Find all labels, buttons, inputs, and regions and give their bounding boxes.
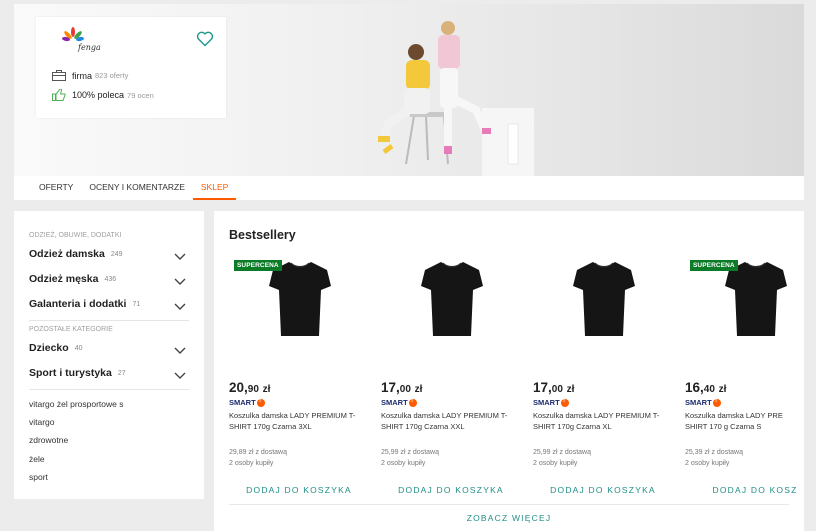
offers-count[interactable]: 823 oferty (95, 71, 128, 80)
tag-link[interactable]: vitargo (29, 417, 55, 427)
banner-models-photo (378, 21, 534, 176)
product-shipping: 25,99 zł z dostawą 2 osoby kupiły (381, 449, 439, 467)
product-price: 16,40 zł (685, 380, 727, 395)
category-group-header: POZOSTAŁE KATEGORIE (29, 326, 113, 333)
tag-link[interactable]: żele (29, 454, 45, 464)
tshirt-image[interactable] (571, 258, 637, 338)
smart-icon (712, 398, 721, 407)
divider (229, 504, 789, 505)
supercena-badge: SUPERCENA (690, 260, 738, 271)
divider (29, 389, 189, 390)
category-name: Sport i turystyka (29, 367, 112, 379)
category-name: Odzież męska (29, 273, 99, 285)
chevron-down-icon[interactable] (174, 273, 186, 291)
tab-reviews[interactable]: OCENY I KOMENTARZE (81, 176, 193, 200)
bestsellers-section: Bestsellery SUPERCENA 20,90 zł SMART Kos… (214, 211, 804, 531)
category-count: 27 (117, 369, 126, 377)
product-shipping: 25,39 zł z dostawą 2 osoby kupiły (685, 449, 743, 467)
add-to-cart-button[interactable]: DODAJ DO KOSZYKA (229, 485, 369, 495)
chevron-down-icon[interactable] (174, 298, 186, 316)
product-carousel: SUPERCENA 20,90 zł SMART Koszulka damska… (229, 256, 804, 501)
product-card[interactable]: SUPERCENA 16,40 zł SMART Koszulka damska… (685, 256, 804, 501)
thumbs-up-icon (52, 89, 66, 101)
category-name: Dziecko (29, 342, 69, 354)
product-name[interactable]: Koszulka damska LADY PREMIUM T- SHIRT 170… (381, 410, 526, 432)
seller-banner: fenga firma 823 oferty 100% poleca 79 oc… (14, 4, 804, 176)
supercena-badge: SUPERCENA (234, 260, 282, 271)
category-item[interactable]: Galanteria i dodatki 71 (29, 296, 189, 312)
category-item[interactable]: Odzież damska 249 (29, 246, 189, 262)
smart-badge: SMART (685, 398, 721, 407)
product-name[interactable]: Koszulka damska LADY PREMIUM T- SHIRT 170… (533, 410, 678, 432)
product-price: 17,00 zł (381, 380, 423, 395)
tab-offers[interactable]: OFERTY (31, 176, 81, 200)
category-group-header: ODZIEŻ, OBUWIE, DODATKI (29, 232, 122, 239)
category-sidebar: ODZIEŻ, OBUWIE, DODATKI Odzież damska 24… (14, 211, 204, 499)
heart-icon[interactable] (196, 31, 214, 52)
product-card[interactable]: 17,00 zł SMART Koszulka damska LADY PREM… (533, 256, 681, 501)
smart-badge: SMART (229, 398, 265, 407)
category-count: 249 (110, 250, 123, 258)
category-name: Odzież damska (29, 248, 105, 260)
smart-badge: SMART (381, 398, 417, 407)
seller-card: fenga firma 823 oferty 100% poleca 79 oc… (36, 17, 226, 118)
tag-link[interactable]: zdrowotne (29, 435, 68, 445)
product-shipping: 25,99 zł z dostawą 2 osoby kupiły (533, 449, 591, 467)
recommend-stat: 100% poleca 79 ocen (52, 89, 154, 101)
recommend-label: 100% poleca (72, 90, 125, 100)
tab-shop[interactable]: SKLEP (192, 176, 237, 200)
section-title: Bestsellery (229, 228, 296, 242)
product-price: 20,90 zł (229, 380, 271, 395)
category-item[interactable]: Dziecko 40 (29, 340, 189, 356)
add-to-cart-button[interactable]: DODAJ DO KOSZYKA (381, 485, 521, 495)
chevron-down-icon[interactable] (174, 367, 186, 385)
tag-link[interactable]: vitargo żel prosportowe s (29, 399, 124, 409)
category-item[interactable]: Odzież męska 436 (29, 271, 189, 287)
product-card[interactable]: 17,00 zł SMART Koszulka damska LADY PREM… (381, 256, 529, 501)
divider (29, 320, 189, 321)
briefcase-icon (52, 70, 66, 81)
company-label: firma (72, 70, 92, 81)
add-to-cart-button[interactable]: DODAJ DO KOSZ (685, 485, 804, 495)
product-name[interactable]: Koszulka damska LADY PREMIUM T- SHIRT 170… (229, 410, 374, 432)
seller-tabs: OFERTY OCENY I KOMENTARZE SKLEP (14, 176, 804, 200)
add-to-cart-button[interactable]: DODAJ DO KOSZYKA (533, 485, 673, 495)
smart-badge: SMART (533, 398, 569, 407)
product-shipping: 29,89 zł z dostawą 2 osoby kupiły (229, 449, 287, 467)
smart-icon (256, 398, 265, 407)
chevron-down-icon[interactable] (174, 342, 186, 360)
company-stat: firma 823 oferty (52, 70, 128, 81)
category-count: 40 (74, 344, 83, 352)
smart-icon (560, 398, 569, 407)
chevron-down-icon[interactable] (174, 248, 186, 266)
category-count: 71 (132, 300, 141, 308)
tag-link[interactable]: sport (29, 472, 48, 482)
product-name[interactable]: Koszulka damska LADY PRE SHIRT 170 g Czar… (685, 410, 804, 432)
ratings-count[interactable]: 79 ocen (127, 91, 154, 100)
logo-text: fenga (78, 43, 101, 52)
category-count: 436 (104, 275, 117, 283)
category-item[interactable]: Sport i turystyka 27 (29, 365, 189, 381)
smart-icon (408, 398, 417, 407)
product-card[interactable]: SUPERCENA 20,90 zł SMART Koszulka damska… (229, 256, 377, 501)
see-more-button[interactable]: ZOBACZ WIĘCEJ (229, 513, 789, 523)
tshirt-image[interactable] (419, 258, 485, 338)
product-price: 17,00 zł (533, 380, 575, 395)
category-name: Galanteria i dodatki (29, 298, 127, 310)
